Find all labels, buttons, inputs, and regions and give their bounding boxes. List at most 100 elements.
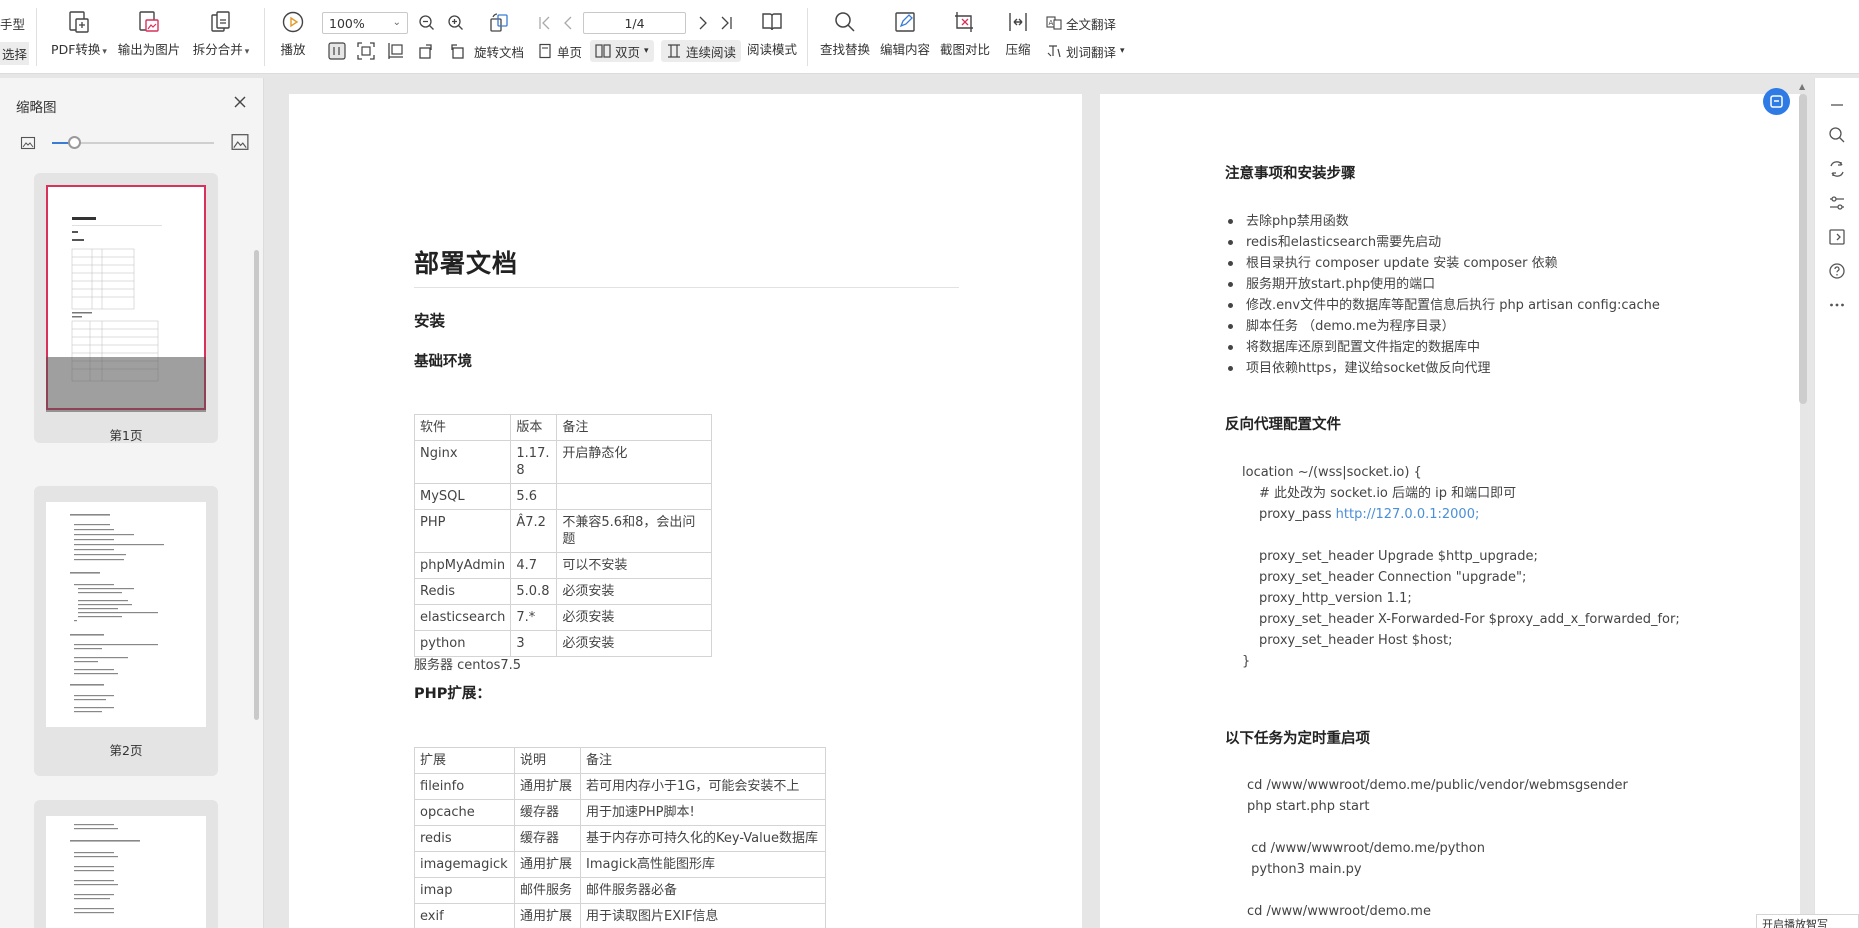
zoom-out-icon[interactable] xyxy=(418,14,436,32)
thumbnail-page-1-label: 第1页 xyxy=(109,428,143,443)
more-icon[interactable] xyxy=(1828,296,1846,314)
search-icon xyxy=(835,12,855,32)
single-page-button[interactable]: 单页 xyxy=(537,40,582,62)
minimize-icon[interactable] xyxy=(1828,96,1846,114)
list-item: 脚本任务 （demo.me为程序目录） xyxy=(1225,316,1660,337)
code-line: location ~/(wss|socket.io) { xyxy=(1242,465,1422,480)
table-row: elasticsearch 7.* 必须安装 xyxy=(413,604,712,631)
list-item: 去除php禁用函数 xyxy=(1225,211,1660,232)
pdf-convert-icon xyxy=(69,11,89,33)
hand-tool-button[interactable]: 手型 xyxy=(0,14,25,33)
word-translate-label: 划词翻译 xyxy=(1066,44,1117,60)
fit-page-icon[interactable] xyxy=(357,42,375,60)
continuous-reading-icon xyxy=(668,44,680,58)
list-item: 项目依赖https，建议给socket做反向代理 xyxy=(1225,358,1660,379)
close-icon[interactable] xyxy=(232,94,248,110)
double-page-button[interactable]: 双页 ▾ xyxy=(590,40,654,62)
table-cell: exif xyxy=(414,903,515,928)
large-thumbnail-icon[interactable] xyxy=(231,133,249,151)
next-page-icon[interactable] xyxy=(693,14,711,32)
export-image-icon xyxy=(139,11,159,32)
assistant-icon xyxy=(1770,95,1783,108)
compress-button[interactable]: 压缩 xyxy=(1000,0,1036,58)
rotate-document-icon[interactable] xyxy=(488,12,510,34)
select-tool-button[interactable]: 选择 xyxy=(0,42,30,65)
bookmark-icon[interactable] xyxy=(1828,228,1846,246)
zoom-in-icon[interactable] xyxy=(447,14,465,32)
proxy-config-code: location ~/(wss|socket.io) { # 此处改为 sock… xyxy=(1242,462,1680,672)
heading-php-extensions: PHP扩展： xyxy=(414,686,491,702)
floating-assistant-button[interactable] xyxy=(1763,88,1790,115)
continuous-reading-button[interactable]: 连续阅读 xyxy=(661,40,742,62)
last-page-icon[interactable] xyxy=(717,14,735,32)
table-cell: 必须安装 xyxy=(556,578,712,605)
split-merge-button[interactable]: 拆分合并 ▾ xyxy=(188,0,254,58)
table-cell: 1.17.8 xyxy=(510,440,558,484)
document-scrollbar[interactable] xyxy=(1799,94,1807,404)
help-icon[interactable] xyxy=(1828,262,1846,280)
search-icon[interactable] xyxy=(1828,126,1846,144)
table-row: phpMyAdmin 4.7 可以不安装 xyxy=(413,552,712,579)
export-image-button[interactable]: 输出为图片 xyxy=(117,0,181,58)
chevron-down-icon: ⌄ xyxy=(392,17,401,28)
table-cell: imagemagick xyxy=(414,851,515,878)
code-line: } xyxy=(1242,654,1251,669)
edit-content-icon xyxy=(895,12,915,32)
thumbnail-page-2[interactable]: 第2页 xyxy=(34,486,218,776)
sync-icon[interactable] xyxy=(1828,160,1846,178)
list-item: 服务期开放start.php使用的端口 xyxy=(1225,274,1660,295)
pdf-convert-button[interactable]: PDF转换 ▾ xyxy=(50,0,108,58)
fit-width-icon[interactable] xyxy=(386,42,404,60)
heading-base-environment: 基础环境 xyxy=(414,354,472,370)
rotate-left-icon[interactable] xyxy=(418,42,436,60)
double-page-label: 双页 xyxy=(615,44,641,60)
thumbnail-size-slider-handle[interactable] xyxy=(68,136,81,149)
table-cell: redis xyxy=(414,825,515,852)
play-icon xyxy=(282,11,304,33)
tasks-code: cd /www/wwwroot/demo.me/public/vendor/we… xyxy=(1247,775,1628,922)
table-row: PHP Â7.2 不兼容5.6和8，会出问题 xyxy=(413,509,712,553)
reading-mode-button[interactable]: 阅读模式 xyxy=(743,0,801,58)
play-button[interactable]: 播放 xyxy=(275,0,311,58)
table-cell: 缓存器 xyxy=(514,799,581,826)
page-number-input[interactable]: 1/4 xyxy=(583,12,686,34)
thumbnail-page-3[interactable] xyxy=(34,800,218,928)
thumbnail-panel: 缩略图 第1页 第2页 xyxy=(0,78,264,928)
server-note: 服务器 centos7.5 xyxy=(414,658,522,673)
thumbnail-page-2-preview xyxy=(46,502,206,727)
zoom-select[interactable]: 100% ⌄ xyxy=(322,12,408,34)
screenshot-compare-button[interactable]: 截图对比 xyxy=(938,0,992,58)
list-item: 修改.env文件中的数据库等配置信息后执行 php artisan config… xyxy=(1225,295,1660,316)
bottom-tip-text: 开启播放智写 xyxy=(1762,918,1828,928)
scroll-up-icon[interactable]: ▲ xyxy=(1799,82,1805,91)
table-row: imagemagick 通用扩展 Imagick高性能图形库 xyxy=(414,851,826,878)
table-row: Nginx 1.17.8 开启静态化 xyxy=(413,440,712,484)
code-line: proxy_set_header Upgrade $http_upgrade; xyxy=(1259,549,1538,564)
full-translate-label: 全文翻译 xyxy=(1066,16,1117,32)
small-thumbnail-icon[interactable] xyxy=(20,135,36,151)
table-row: MySQL 5.6 xyxy=(413,483,712,510)
rotate-right-icon[interactable] xyxy=(447,42,465,60)
table-cell: imap xyxy=(414,877,515,904)
settings-sliders-icon[interactable] xyxy=(1828,194,1846,212)
heading-notes-install-steps: 注意事项和安装步骤 xyxy=(1225,166,1356,182)
full-translate-button[interactable]: A 全文翻译 xyxy=(1046,12,1116,34)
thumbnail-scrollbar[interactable] xyxy=(254,250,259,720)
table-cell xyxy=(556,483,712,510)
proxy-pass-link[interactable]: http://127.0.0.1:2000; xyxy=(1336,507,1480,522)
previous-page-icon[interactable] xyxy=(560,14,578,32)
table-cell: 5.6 xyxy=(510,483,558,510)
actual-size-icon[interactable] xyxy=(328,42,346,60)
bottom-tip-popup[interactable]: 开启播放智写 xyxy=(1756,914,1859,928)
first-page-icon[interactable] xyxy=(536,14,554,32)
thumbnail-page-1[interactable]: 第1页 xyxy=(34,173,218,443)
word-translate-button[interactable]: 划词翻译 ▾ xyxy=(1046,40,1125,62)
screenshot-compare-label: 截图对比 xyxy=(939,42,990,57)
find-replace-button[interactable]: 查找替换 xyxy=(818,0,872,58)
thumbnail-panel-title: 缩略图 xyxy=(16,100,57,116)
heading-scheduled-restart-tasks: 以下任务为定时重启项 xyxy=(1225,731,1370,747)
rotate-document-button[interactable]: 旋转文档 xyxy=(474,40,524,62)
edit-content-button[interactable]: 编辑内容 xyxy=(878,0,932,58)
main-toolbar: 手型 选择 PDF转换 ▾ 输出为图片 拆分合并 ▾ 播放 100% ⌄ 1/4 旋转… xyxy=(0,0,1859,74)
